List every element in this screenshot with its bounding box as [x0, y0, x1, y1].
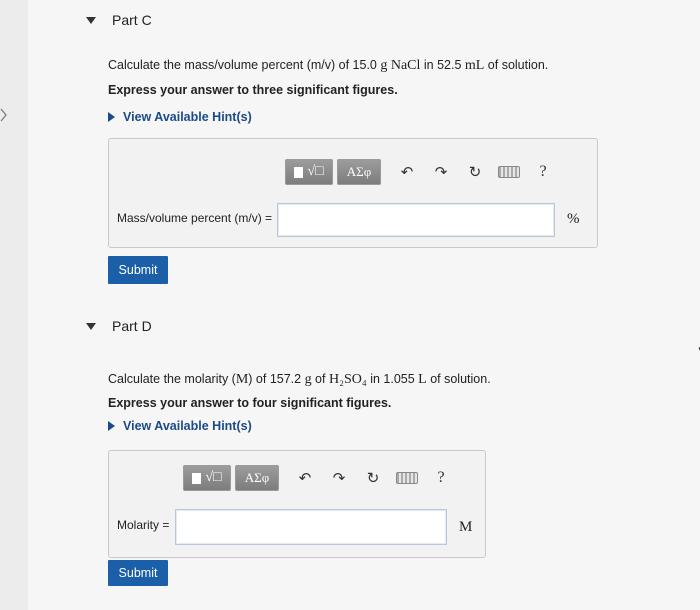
reset-icon[interactable]: ↻ — [361, 465, 385, 491]
part-d-hint-link[interactable]: View Available Hint(s) — [108, 419, 252, 433]
part-d-question: Calculate the molarity (M) of 157.2 g of… — [108, 372, 491, 387]
part-c-answer-box: √□ ΑΣφ ↶ ↷ ↻ ? Mass/volume percent (m/v)… — [108, 138, 598, 248]
part-c-instruction: Express your answer to three significant… — [108, 83, 398, 97]
percent-unit: % — [567, 211, 580, 227]
molarity-input[interactable] — [175, 509, 447, 545]
part-c-math-toolbar: √□ ΑΣφ ↶ ↷ ↻ ? — [285, 159, 555, 185]
templates-button[interactable]: √□ — [183, 465, 231, 491]
molarity-unit: M — [459, 519, 473, 535]
keyboard-icon[interactable] — [497, 159, 521, 185]
collapse-caret-icon — [86, 322, 96, 330]
help-icon[interactable]: ? — [531, 159, 555, 185]
part-c-title: Part C — [112, 12, 152, 28]
redo-icon[interactable]: ↷ — [429, 159, 453, 185]
expand-triangle-icon — [108, 421, 115, 431]
part-d-header[interactable]: Part D — [86, 306, 152, 346]
part-d-answer-box: √□ ΑΣφ ↶ ↷ ↻ ? Molarity = M — [108, 450, 486, 558]
part-c-submit-button[interactable]: Submit — [108, 256, 168, 284]
part-c-hint-link[interactable]: View Available Hint(s) — [108, 110, 252, 124]
reset-icon[interactable]: ↻ — [463, 159, 487, 185]
redo-icon[interactable]: ↷ — [327, 465, 351, 491]
undo-icon[interactable]: ↶ — [293, 465, 317, 491]
templates-button[interactable]: √□ — [285, 159, 333, 185]
greek-symbols-button[interactable]: ΑΣφ — [337, 159, 381, 185]
part-c-question: Calculate the mass/volume percent (m/v) … — [108, 58, 549, 73]
part-d-field-label: Molarity = — [117, 518, 170, 532]
part-d-instruction: Express your answer to four significant … — [108, 396, 392, 410]
undo-icon[interactable]: ↶ — [395, 159, 419, 185]
collapse-caret-icon — [86, 16, 96, 24]
keyboard-icon[interactable] — [395, 465, 419, 491]
part-d-math-toolbar: √□ ΑΣφ ↶ ↷ ↻ ? — [183, 465, 453, 491]
expand-triangle-icon — [108, 112, 115, 122]
help-icon[interactable]: ? — [429, 465, 453, 491]
part-c-header[interactable]: Part C — [86, 0, 152, 40]
part-d-title: Part D — [112, 318, 152, 334]
mass-volume-percent-input[interactable] — [277, 203, 555, 237]
part-d-submit-button[interactable]: Submit — [108, 560, 168, 586]
part-c-field-label: Mass/volume percent (m/v) = — [117, 211, 273, 225]
assignment-page: Part C Calculate the mass/volume percent… — [28, 0, 700, 610]
left-edge-chevron-icon — [0, 108, 8, 122]
greek-symbols-button[interactable]: ΑΣφ — [235, 465, 279, 491]
